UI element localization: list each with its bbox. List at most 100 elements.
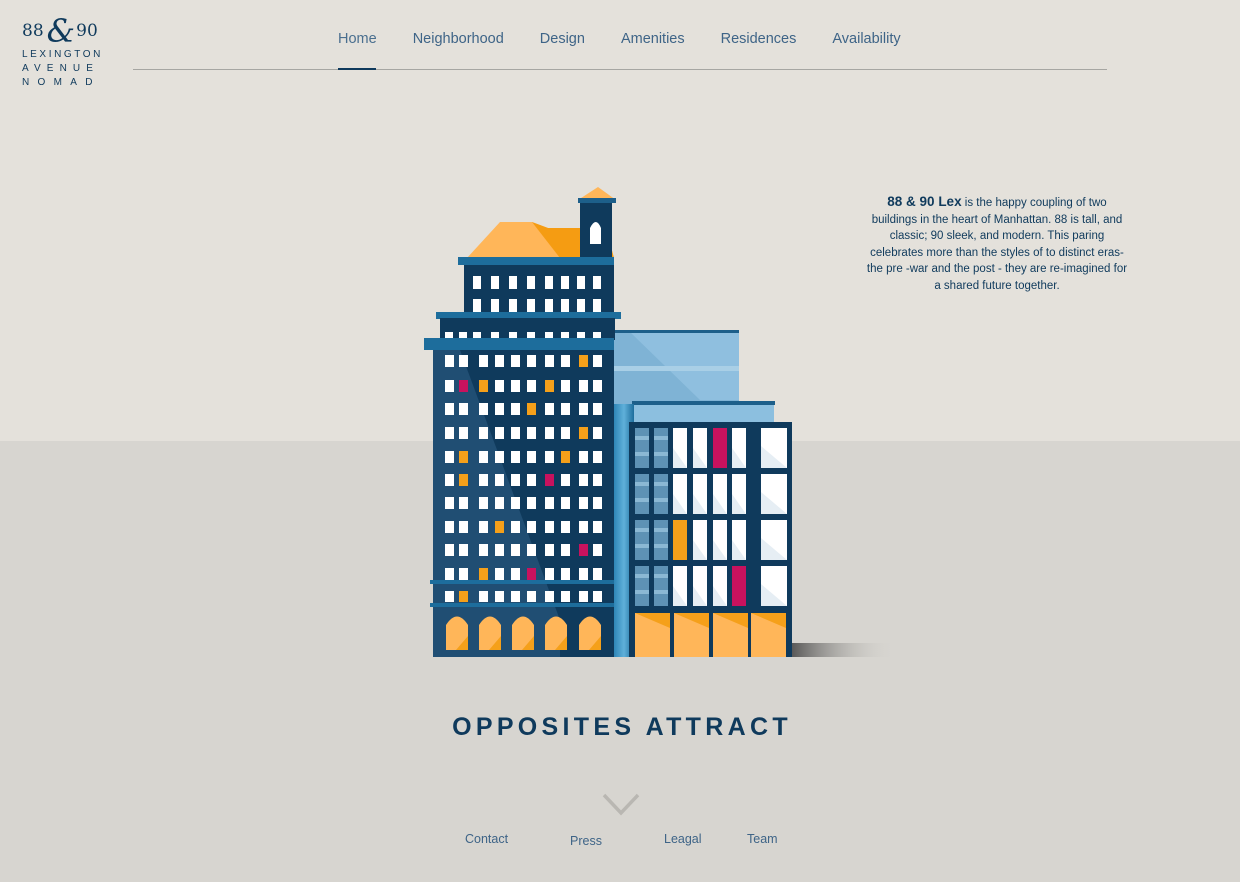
window — [473, 276, 481, 289]
nav-item-neighborhood[interactable]: Neighborhood — [413, 30, 504, 48]
curtain-stripe — [635, 590, 649, 594]
curtain-panel — [635, 520, 649, 560]
window — [527, 332, 535, 338]
curtain-panel — [654, 566, 668, 606]
window — [593, 380, 602, 392]
curtain-stripe — [654, 528, 668, 532]
window — [561, 332, 569, 338]
window — [527, 276, 535, 289]
intro-text: is the happy coupling of two buildings i… — [866, 197, 1128, 292]
nav-item-residences[interactable]: Residences — [721, 30, 797, 48]
window — [527, 474, 536, 486]
window — [491, 332, 499, 338]
window — [479, 355, 488, 367]
window — [495, 591, 504, 602]
window — [577, 332, 585, 338]
window — [479, 403, 488, 415]
window — [495, 544, 504, 556]
footer-link-team[interactable]: Team — [747, 832, 778, 846]
headline: OPPOSITES ATTRACT — [452, 713, 792, 741]
nav-item-availability[interactable]: Availability — [832, 30, 900, 48]
window — [579, 497, 588, 509]
window — [445, 521, 454, 533]
window — [445, 451, 454, 463]
window — [495, 568, 504, 580]
logo-numbers: 88 & 90 — [22, 12, 112, 50]
window — [545, 276, 553, 289]
window — [511, 591, 520, 602]
window — [459, 544, 468, 556]
window — [577, 276, 585, 289]
window — [473, 299, 481, 312]
window — [479, 451, 488, 463]
window — [527, 355, 536, 367]
logo[interactable]: 88 & 90 LEXINGTON AVENUE NOMAD — [22, 12, 112, 90]
curtain-stripe — [654, 498, 668, 502]
window — [459, 521, 468, 533]
window — [473, 332, 481, 338]
nav-item-design[interactable]: Design — [540, 30, 585, 48]
window — [593, 568, 602, 580]
window — [593, 427, 602, 439]
nav-item-home[interactable]: Home — [338, 30, 377, 48]
tower-90 — [629, 422, 792, 657]
window — [561, 497, 570, 509]
window — [479, 544, 488, 556]
logo-ampersand: & — [46, 12, 76, 50]
window — [561, 451, 570, 463]
window — [445, 355, 454, 367]
window — [545, 521, 554, 533]
buildings-illustration — [424, 187, 895, 657]
main-nav: Home Neighborhood Design Amenities Resid… — [338, 30, 937, 48]
window — [545, 299, 553, 312]
window — [459, 355, 468, 367]
window — [527, 427, 536, 439]
nav-item-amenities[interactable]: Amenities — [621, 30, 685, 48]
window — [445, 474, 454, 486]
window — [511, 355, 520, 367]
window — [511, 427, 520, 439]
intro-description: 88 & 90 Lex is the happy coupling of two… — [866, 194, 1128, 294]
window — [527, 521, 536, 533]
curtain-panel — [635, 428, 649, 468]
window — [495, 427, 504, 439]
tower-88 — [424, 187, 621, 657]
glass-tower — [614, 330, 775, 422]
window — [479, 497, 488, 509]
window — [527, 380, 536, 392]
window — [545, 403, 554, 415]
ground-shadow — [790, 643, 895, 657]
window — [445, 568, 454, 580]
window — [491, 276, 499, 289]
window — [593, 521, 602, 533]
window — [509, 276, 517, 289]
curtain-panel — [635, 566, 649, 606]
window — [579, 380, 588, 392]
footer-link-press[interactable]: Press — [570, 834, 602, 848]
window — [479, 427, 488, 439]
window — [495, 380, 504, 392]
curtain-panel — [654, 474, 668, 514]
window — [579, 521, 588, 533]
window — [713, 428, 727, 468]
curtain-panel — [654, 428, 668, 468]
window — [479, 568, 488, 580]
window — [593, 544, 602, 556]
window — [561, 427, 570, 439]
curtain-stripe — [654, 544, 668, 548]
footer-link-legal[interactable]: Leagal — [664, 832, 702, 846]
window — [561, 568, 570, 580]
window — [459, 380, 468, 392]
curtain-stripe — [654, 436, 668, 440]
window — [459, 427, 468, 439]
footer-link-contact[interactable]: Contact — [465, 832, 508, 846]
window — [545, 591, 554, 602]
window — [511, 380, 520, 392]
window — [527, 568, 536, 580]
window — [732, 566, 746, 606]
window — [545, 332, 553, 338]
chevron-down-icon[interactable] — [602, 793, 640, 817]
window — [545, 380, 554, 392]
window — [545, 544, 554, 556]
window — [561, 403, 570, 415]
